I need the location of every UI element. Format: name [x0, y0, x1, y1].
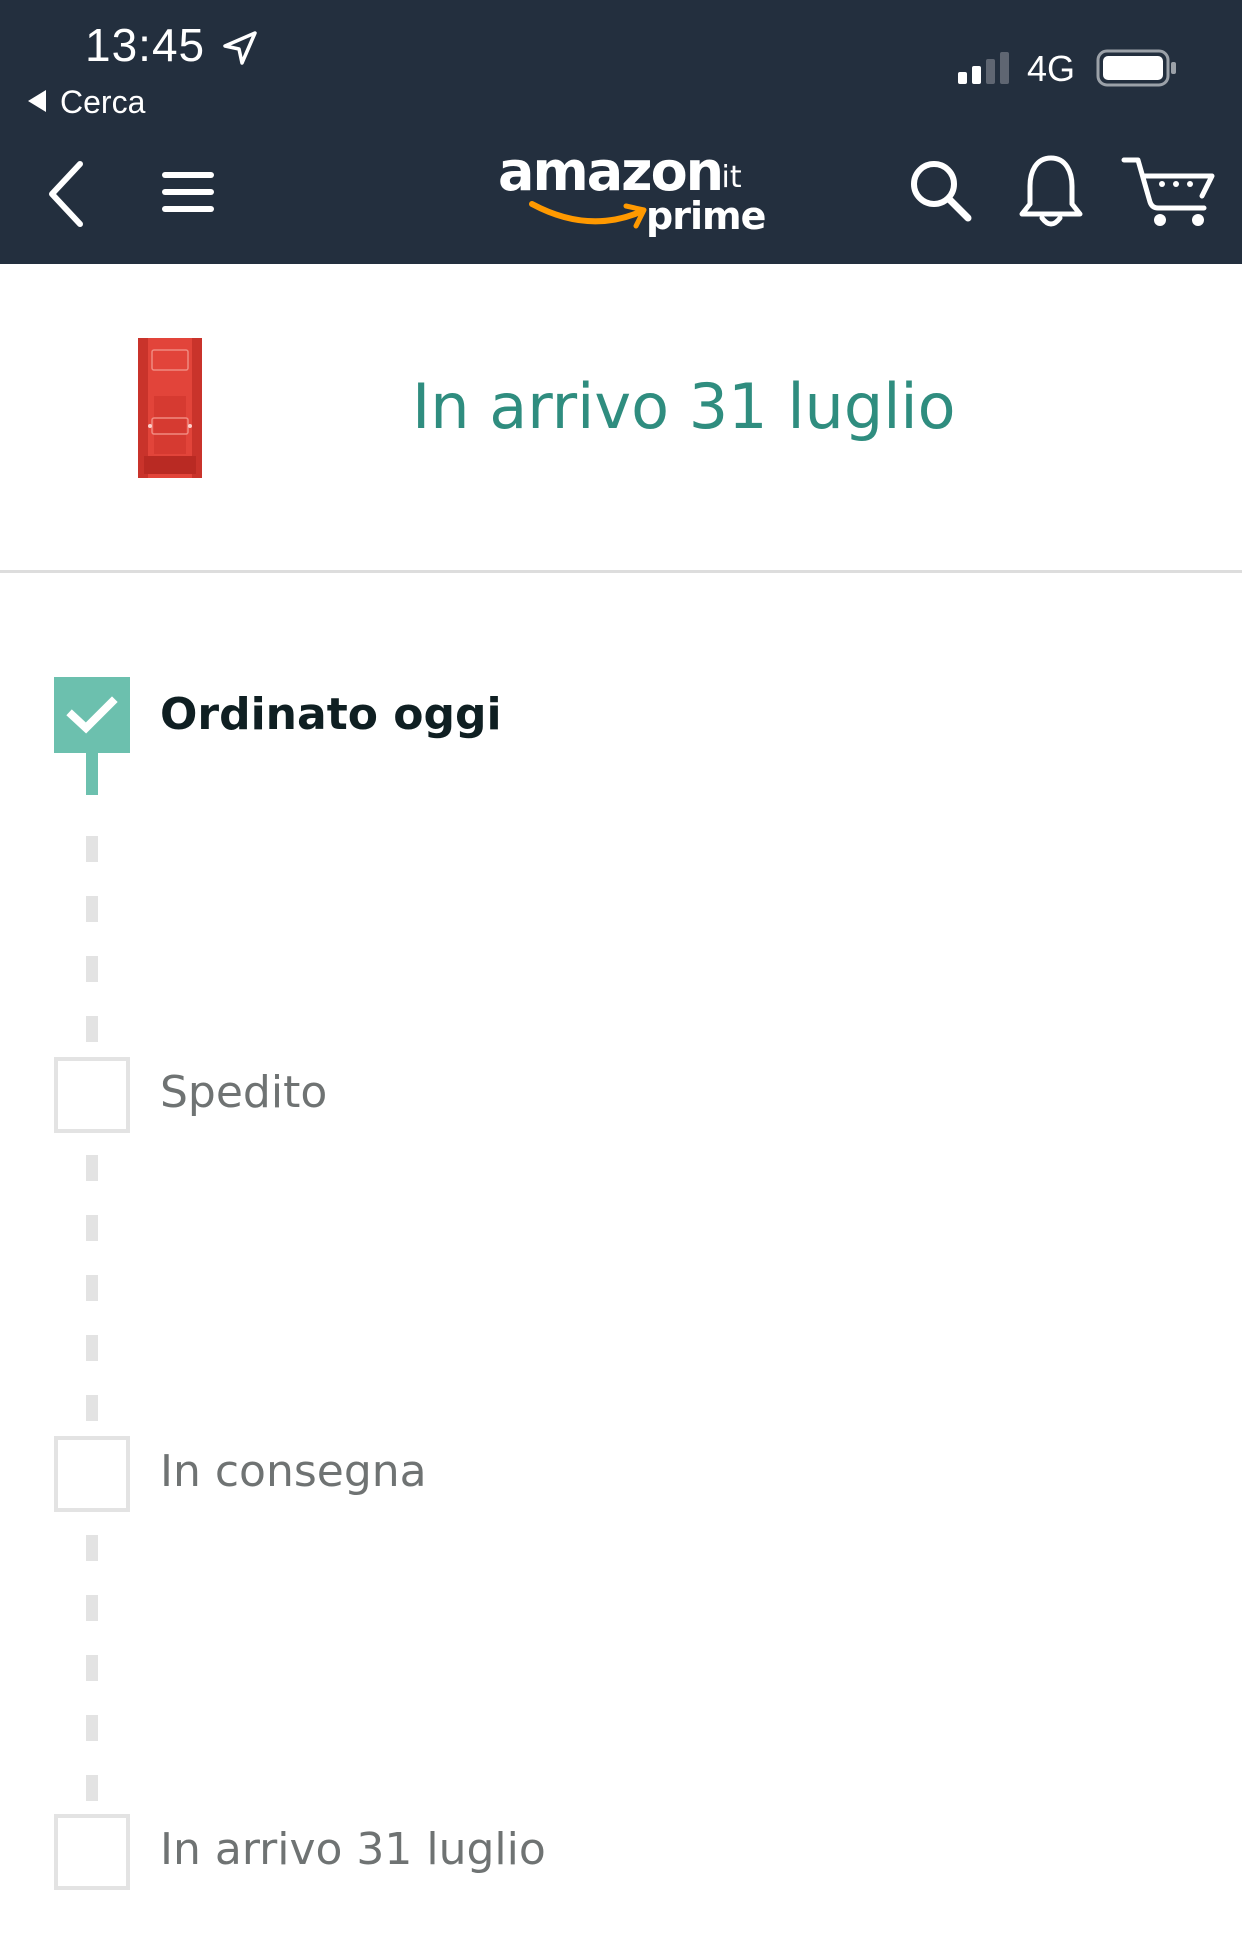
- network-type: 4G: [1027, 48, 1076, 89]
- delivery-headline: In arrivo 31 luglio: [412, 370, 956, 443]
- product-thumbnail[interactable]: [130, 334, 210, 484]
- step-label-out-for-delivery: In consegna: [160, 1446, 427, 1497]
- status-time: 13:45: [85, 19, 206, 71]
- app-header: 13:45 Cerca 4G amazon .it prime: [0, 0, 1242, 264]
- cellular-signal-icon: [958, 52, 1009, 84]
- dash-connector: [86, 836, 98, 862]
- menu-icon[interactable]: [156, 160, 220, 224]
- step-checkbox-ordered: [54, 677, 130, 753]
- step-label-shipped: Spedito: [160, 1067, 328, 1118]
- delivery-summary[interactable]: In arrivo 31 luglio: [0, 264, 1242, 573]
- step-label-ordered: Ordinato oggi: [160, 689, 502, 740]
- search-icon[interactable]: [906, 156, 976, 226]
- dash-connector: [86, 1595, 98, 1621]
- dash-connector: [86, 1655, 98, 1681]
- cart-icon[interactable]: [1120, 152, 1220, 232]
- location-arrow-icon: [223, 31, 257, 65]
- back-triangle-icon: [28, 90, 46, 112]
- dash-connector: [86, 1715, 98, 1741]
- shipment-tracker: Ordinato oggi Spedito In consegna In arr…: [0, 573, 1242, 1953]
- dash-connector: [86, 896, 98, 922]
- step-checkbox-shipped: [54, 1057, 130, 1133]
- back-icon[interactable]: [40, 158, 96, 230]
- battery-icon: [1096, 49, 1176, 87]
- checkmark-icon: [66, 696, 118, 734]
- smile-arrow-icon: [529, 201, 647, 229]
- back-to-app-label: Cerca: [60, 84, 146, 120]
- bell-icon[interactable]: [1016, 152, 1086, 234]
- dash-connector: [86, 1215, 98, 1241]
- dash-connector: [86, 956, 98, 982]
- step-checkbox-out-for-delivery: [54, 1436, 130, 1512]
- back-to-app-link[interactable]: Cerca: [28, 84, 145, 121]
- dash-connector: [86, 1155, 98, 1181]
- dash-connector: [86, 1395, 98, 1421]
- step-label-arriving: In arrivo 31 luglio: [160, 1824, 546, 1875]
- dash-connector: [86, 1016, 98, 1042]
- step-checkbox-arriving: [54, 1814, 130, 1890]
- dash-connector: [86, 1275, 98, 1301]
- progress-connector: [86, 753, 98, 795]
- dash-connector: [86, 1775, 98, 1801]
- amazon-prime-logo[interactable]: amazon .it prime: [490, 140, 766, 246]
- dash-connector: [86, 1535, 98, 1561]
- dash-connector: [86, 1335, 98, 1361]
